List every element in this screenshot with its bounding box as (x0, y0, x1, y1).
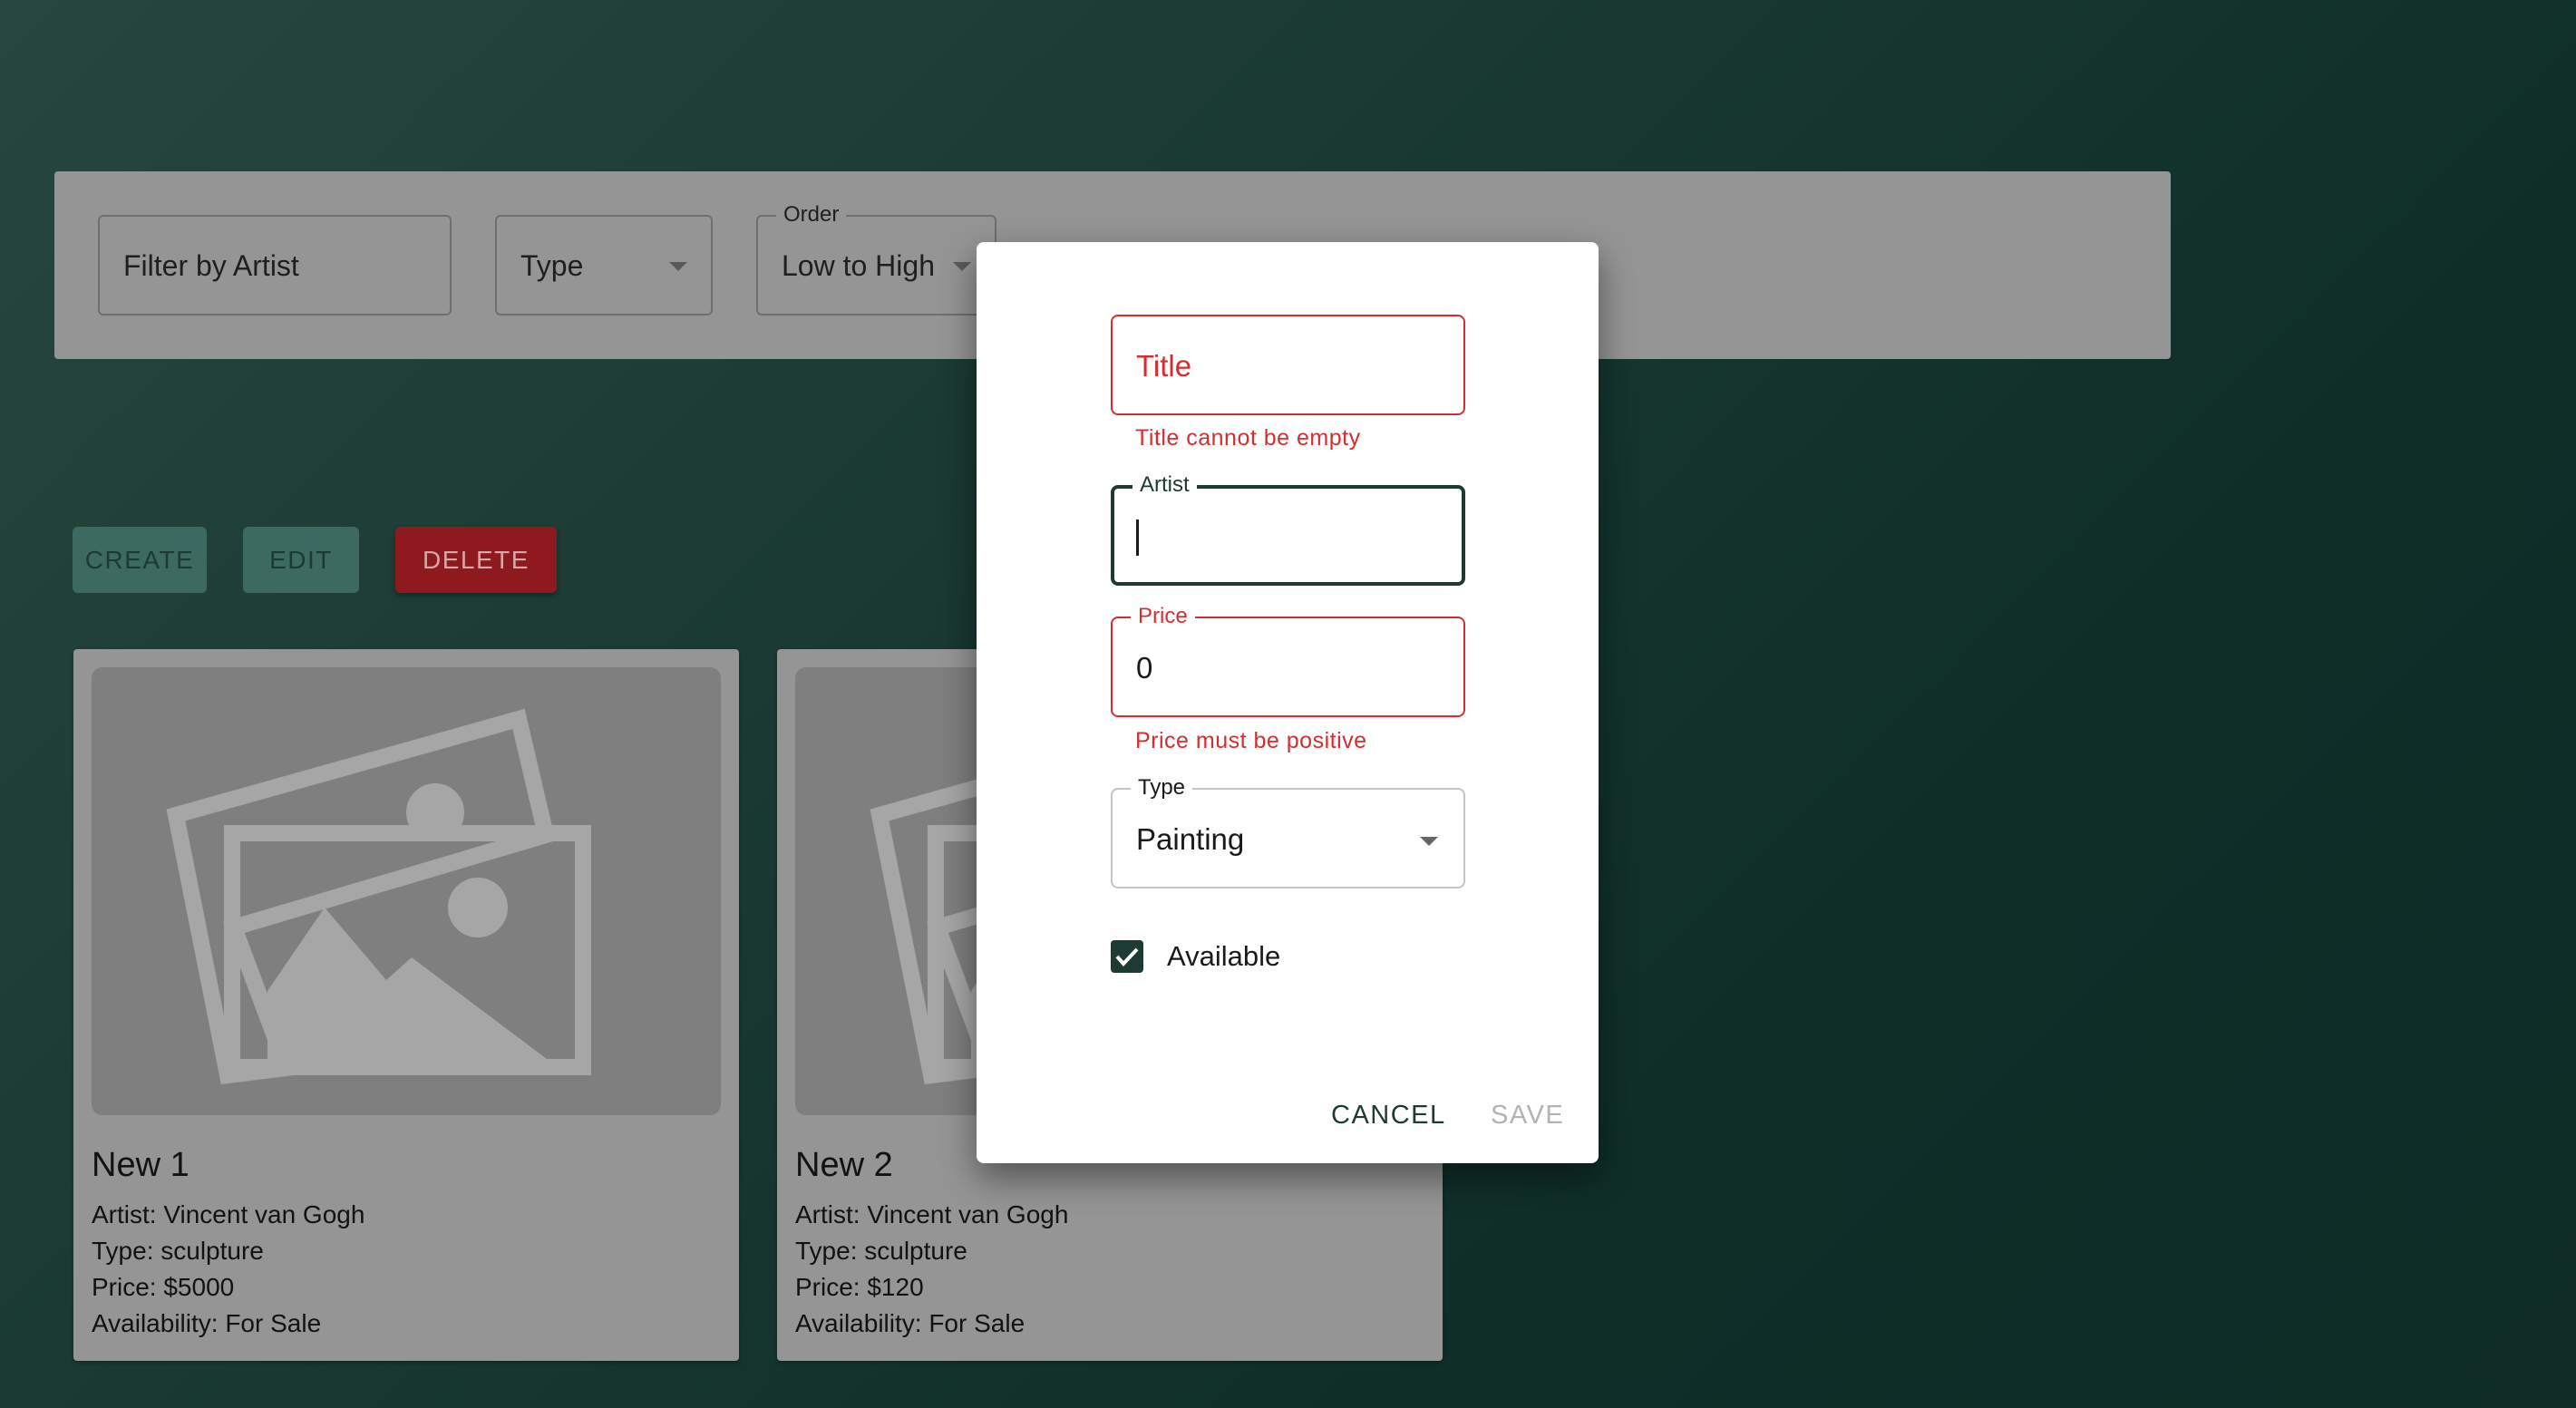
image-placeholder-icon (92, 667, 721, 1115)
price-label: Price (1131, 604, 1195, 629)
order-label: Order (776, 202, 847, 228)
card-title: New 2 (795, 1146, 893, 1184)
artwork-dialog: Title Title cannot be empty Artist Price… (977, 242, 1599, 1163)
price-field[interactable]: Price 0 (1111, 604, 1465, 717)
type-filter-value: Type (520, 249, 584, 282)
title-error: Title cannot be empty (1135, 425, 1361, 451)
available-label: Available (1167, 940, 1281, 972)
price-error: Price must be positive (1135, 728, 1367, 753)
type-select[interactable]: Type Painting (1111, 775, 1465, 888)
available-checkbox[interactable] (1111, 940, 1143, 973)
price-value: 0 (1136, 651, 1153, 685)
type-value: Painting (1136, 822, 1245, 856)
chevron-down-icon (669, 262, 687, 271)
card-price: Price: $5000 (92, 1273, 235, 1301)
card-availability: Availability: For Sale (795, 1309, 1026, 1337)
create-button[interactable]: CREATE (73, 527, 207, 593)
card-type: Type: sculpture (92, 1237, 264, 1265)
text-cursor (1136, 520, 1139, 556)
card-artist: Artist: Vincent van Gogh (795, 1200, 1069, 1228)
save-button[interactable]: SAVE (1491, 1101, 1564, 1131)
edit-button[interactable]: EDIT (243, 527, 359, 593)
artist-filter-placeholder: Filter by Artist (123, 249, 299, 282)
order-value: Low to High (782, 249, 935, 282)
order-select[interactable]: Order Low to High (756, 202, 996, 316)
card-type: Type: sculpture (795, 1237, 967, 1265)
type-label: Type (1131, 775, 1193, 801)
chevron-down-icon (953, 262, 971, 271)
title-placeholder: Title (1136, 349, 1192, 383)
title-field[interactable]: Title (1111, 315, 1465, 415)
artist-field[interactable]: Artist (1111, 472, 1465, 586)
check-icon (1115, 947, 1139, 966)
card-price: Price: $120 (795, 1273, 924, 1301)
chevron-down-icon (1420, 837, 1438, 846)
card-availability: Availability: For Sale (92, 1309, 322, 1337)
artist-filter-input[interactable]: Filter by Artist (98, 215, 452, 316)
card-title: New 1 (92, 1146, 190, 1184)
cancel-button[interactable]: CANCEL (1331, 1101, 1446, 1131)
card-artist: Artist: Vincent van Gogh (92, 1200, 365, 1228)
delete-button[interactable]: DELETE (395, 527, 557, 593)
artist-label: Artist (1132, 472, 1197, 498)
artwork-card[interactable]: New 1 Artist: Vincent van Gogh Type: scu… (73, 649, 739, 1361)
type-filter-select[interactable]: Type (495, 215, 713, 316)
